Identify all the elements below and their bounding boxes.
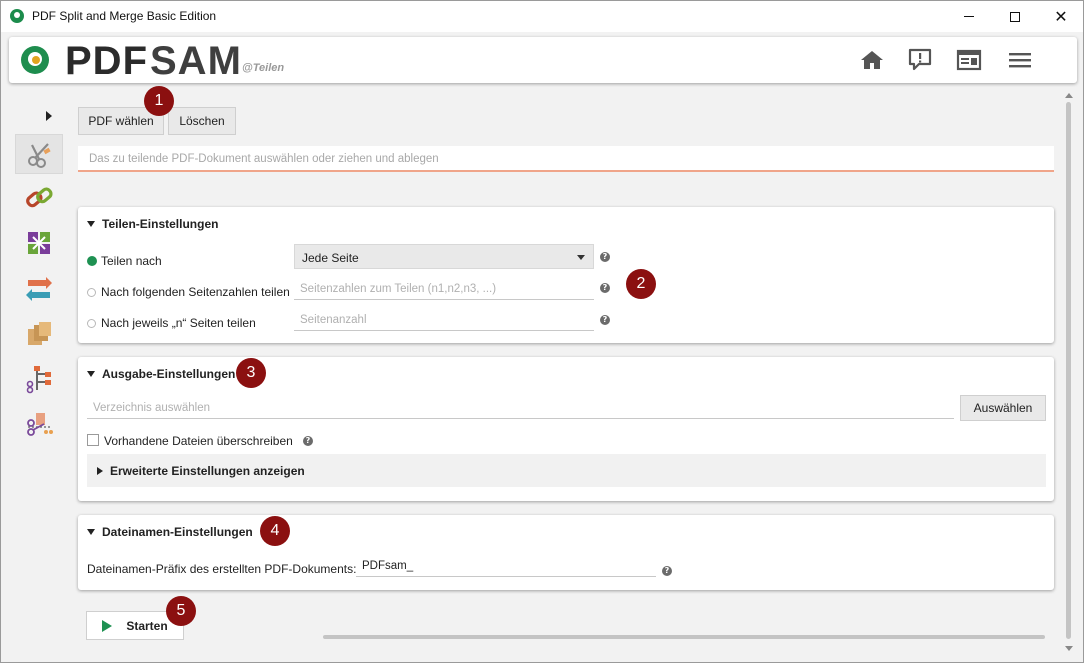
- window-title: PDF Split and Merge Basic Edition: [32, 9, 217, 23]
- split-by-label: Teilen nach: [101, 254, 162, 268]
- scroll-down-icon[interactable]: [1065, 646, 1073, 651]
- split-icon: [28, 143, 51, 168]
- maximize-button[interactable]: [992, 1, 1038, 32]
- collapse-output-settings-icon[interactable]: [87, 371, 95, 377]
- split-page-numbers-label: Nach folgenden Seitenzahlen teilen: [101, 285, 290, 299]
- filename-prefix-input[interactable]: PDFsam_: [356, 555, 656, 577]
- sidebar-item-split-bookmarks[interactable]: [15, 359, 63, 399]
- sidebar-item-split-size[interactable]: [15, 405, 63, 445]
- split-every-n-label: Nach jeweils „n“ Seiten teilen: [101, 316, 256, 330]
- filename-prefix-value: PDFsam_: [362, 560, 414, 572]
- split-every-page-radio[interactable]: [87, 256, 97, 266]
- chevron-right-icon: [97, 467, 103, 475]
- help-icon[interactable]: ?: [600, 283, 610, 293]
- chevron-down-icon: [577, 255, 585, 260]
- split-every-n-radio[interactable]: [87, 319, 96, 328]
- advanced-settings-label: Erweiterte Einstellungen anzeigen: [110, 464, 305, 478]
- advanced-settings-toggle[interactable]: Erweiterte Einstellungen anzeigen: [87, 454, 1046, 487]
- filename-prefix-label: Dateinamen-Präfix des erstellten PDF-Dok…: [87, 562, 357, 576]
- split-settings-title: Teilen-Einstellungen: [102, 217, 219, 231]
- close-icon: ✕: [1054, 6, 1068, 26]
- page-count-input[interactable]: Seitenanzahl: [294, 309, 594, 331]
- news-icon[interactable]: [956, 48, 982, 72]
- close-button[interactable]: ✕: [1038, 1, 1083, 32]
- rotate-pages-icon: [28, 232, 50, 254]
- split-by-bookmarks-icon: [26, 366, 51, 394]
- sidebar-item-merge[interactable]: [15, 178, 63, 218]
- menu-icon[interactable]: [1007, 48, 1033, 72]
- split-by-size-icon: [27, 413, 53, 436]
- annotation-marker: 5: [166, 596, 196, 626]
- logo-text-sam: SAM: [150, 39, 242, 83]
- filename-settings-title: Dateinamen-Einstellungen: [102, 525, 253, 539]
- pdf-drop-placeholder: Das zu teilende PDF-Dokument auswählen o…: [89, 153, 439, 165]
- merge-icon: [26, 187, 53, 208]
- output-directory-placeholder: Verzeichnis auswählen: [93, 402, 210, 414]
- browse-button[interactable]: Auswählen: [960, 395, 1046, 421]
- collapse-split-settings-icon[interactable]: [87, 221, 95, 227]
- app-window: PDF Split and Merge Basic Edition ✕ PDF …: [0, 0, 1084, 663]
- annotation-marker: 3: [236, 358, 266, 388]
- sidebar-expand-icon[interactable]: [46, 111, 52, 121]
- split-mode-select[interactable]: Jede Seite: [294, 244, 594, 269]
- annotation-marker: 2: [626, 269, 656, 299]
- split-settings-panel: Teilen-Einstellungen Teilen nach Jede Se…: [78, 207, 1054, 343]
- pdf-drop-field[interactable]: Das zu teilende PDF-Dokument auswählen o…: [78, 146, 1054, 172]
- alternate-mix-icon: [26, 277, 52, 301]
- sidebar-item-rotate[interactable]: [15, 223, 63, 263]
- clear-button[interactable]: Löschen: [168, 107, 236, 135]
- split-page-numbers-radio[interactable]: [87, 288, 96, 297]
- split-mode-value: Jede Seite: [302, 251, 359, 265]
- pdfsam-app-icon: [10, 9, 24, 23]
- overwrite-label: Vorhandene Dateien überschreiben: [104, 434, 293, 448]
- app-header: PDF SAM @Teilen: [9, 37, 1077, 83]
- annotation-marker: 1: [144, 86, 174, 116]
- help-icon[interactable]: ?: [303, 436, 313, 446]
- output-settings-panel: Ausgabe-Einstellungen Verzeichnis auswäh…: [78, 357, 1054, 501]
- page-numbers-input[interactable]: Seitenzahlen zum Teilen (n1,n2,n3, ...): [294, 278, 594, 300]
- pdfsam-logo-icon: [21, 46, 49, 74]
- vertical-scrollbar[interactable]: [1066, 102, 1071, 639]
- minimize-button[interactable]: [946, 1, 992, 32]
- extract-pages-icon: [28, 322, 51, 345]
- help-icon[interactable]: ?: [600, 252, 610, 262]
- feedback-icon[interactable]: [907, 48, 933, 72]
- help-icon[interactable]: ?: [662, 566, 672, 576]
- help-icon[interactable]: ?: [600, 315, 610, 325]
- module-tag: @Teilen: [242, 62, 285, 74]
- filename-settings-panel: Dateinamen-Einstellungen Dateinamen-Präf…: [78, 515, 1054, 590]
- logo-text-pdf: PDF: [65, 39, 148, 83]
- start-label: Starten: [126, 618, 168, 633]
- collapse-filename-settings-icon[interactable]: [87, 529, 95, 535]
- title-bar: PDF Split and Merge Basic Edition ✕: [1, 1, 1083, 32]
- sidebar-item-alternate-mix[interactable]: [15, 269, 63, 309]
- page-count-placeholder: Seitenanzahl: [300, 314, 367, 326]
- output-directory-input[interactable]: Verzeichnis auswählen: [87, 397, 954, 419]
- page-numbers-placeholder: Seitenzahlen zum Teilen (n1,n2,n3, ...): [300, 283, 497, 295]
- horizontal-scrollbar[interactable]: [323, 635, 1045, 639]
- maximize-icon: [1010, 11, 1020, 22]
- overwrite-checkbox[interactable]: [87, 434, 99, 446]
- annotation-marker: 4: [260, 516, 290, 546]
- minimize-icon: [964, 16, 974, 17]
- play-icon: [102, 619, 113, 632]
- output-settings-title: Ausgabe-Einstellungen: [102, 367, 236, 381]
- scroll-up-icon[interactable]: [1065, 93, 1073, 98]
- sidebar-item-extract[interactable]: [15, 314, 63, 354]
- home-icon[interactable]: [859, 48, 885, 72]
- sidebar-item-split[interactable]: [15, 134, 63, 174]
